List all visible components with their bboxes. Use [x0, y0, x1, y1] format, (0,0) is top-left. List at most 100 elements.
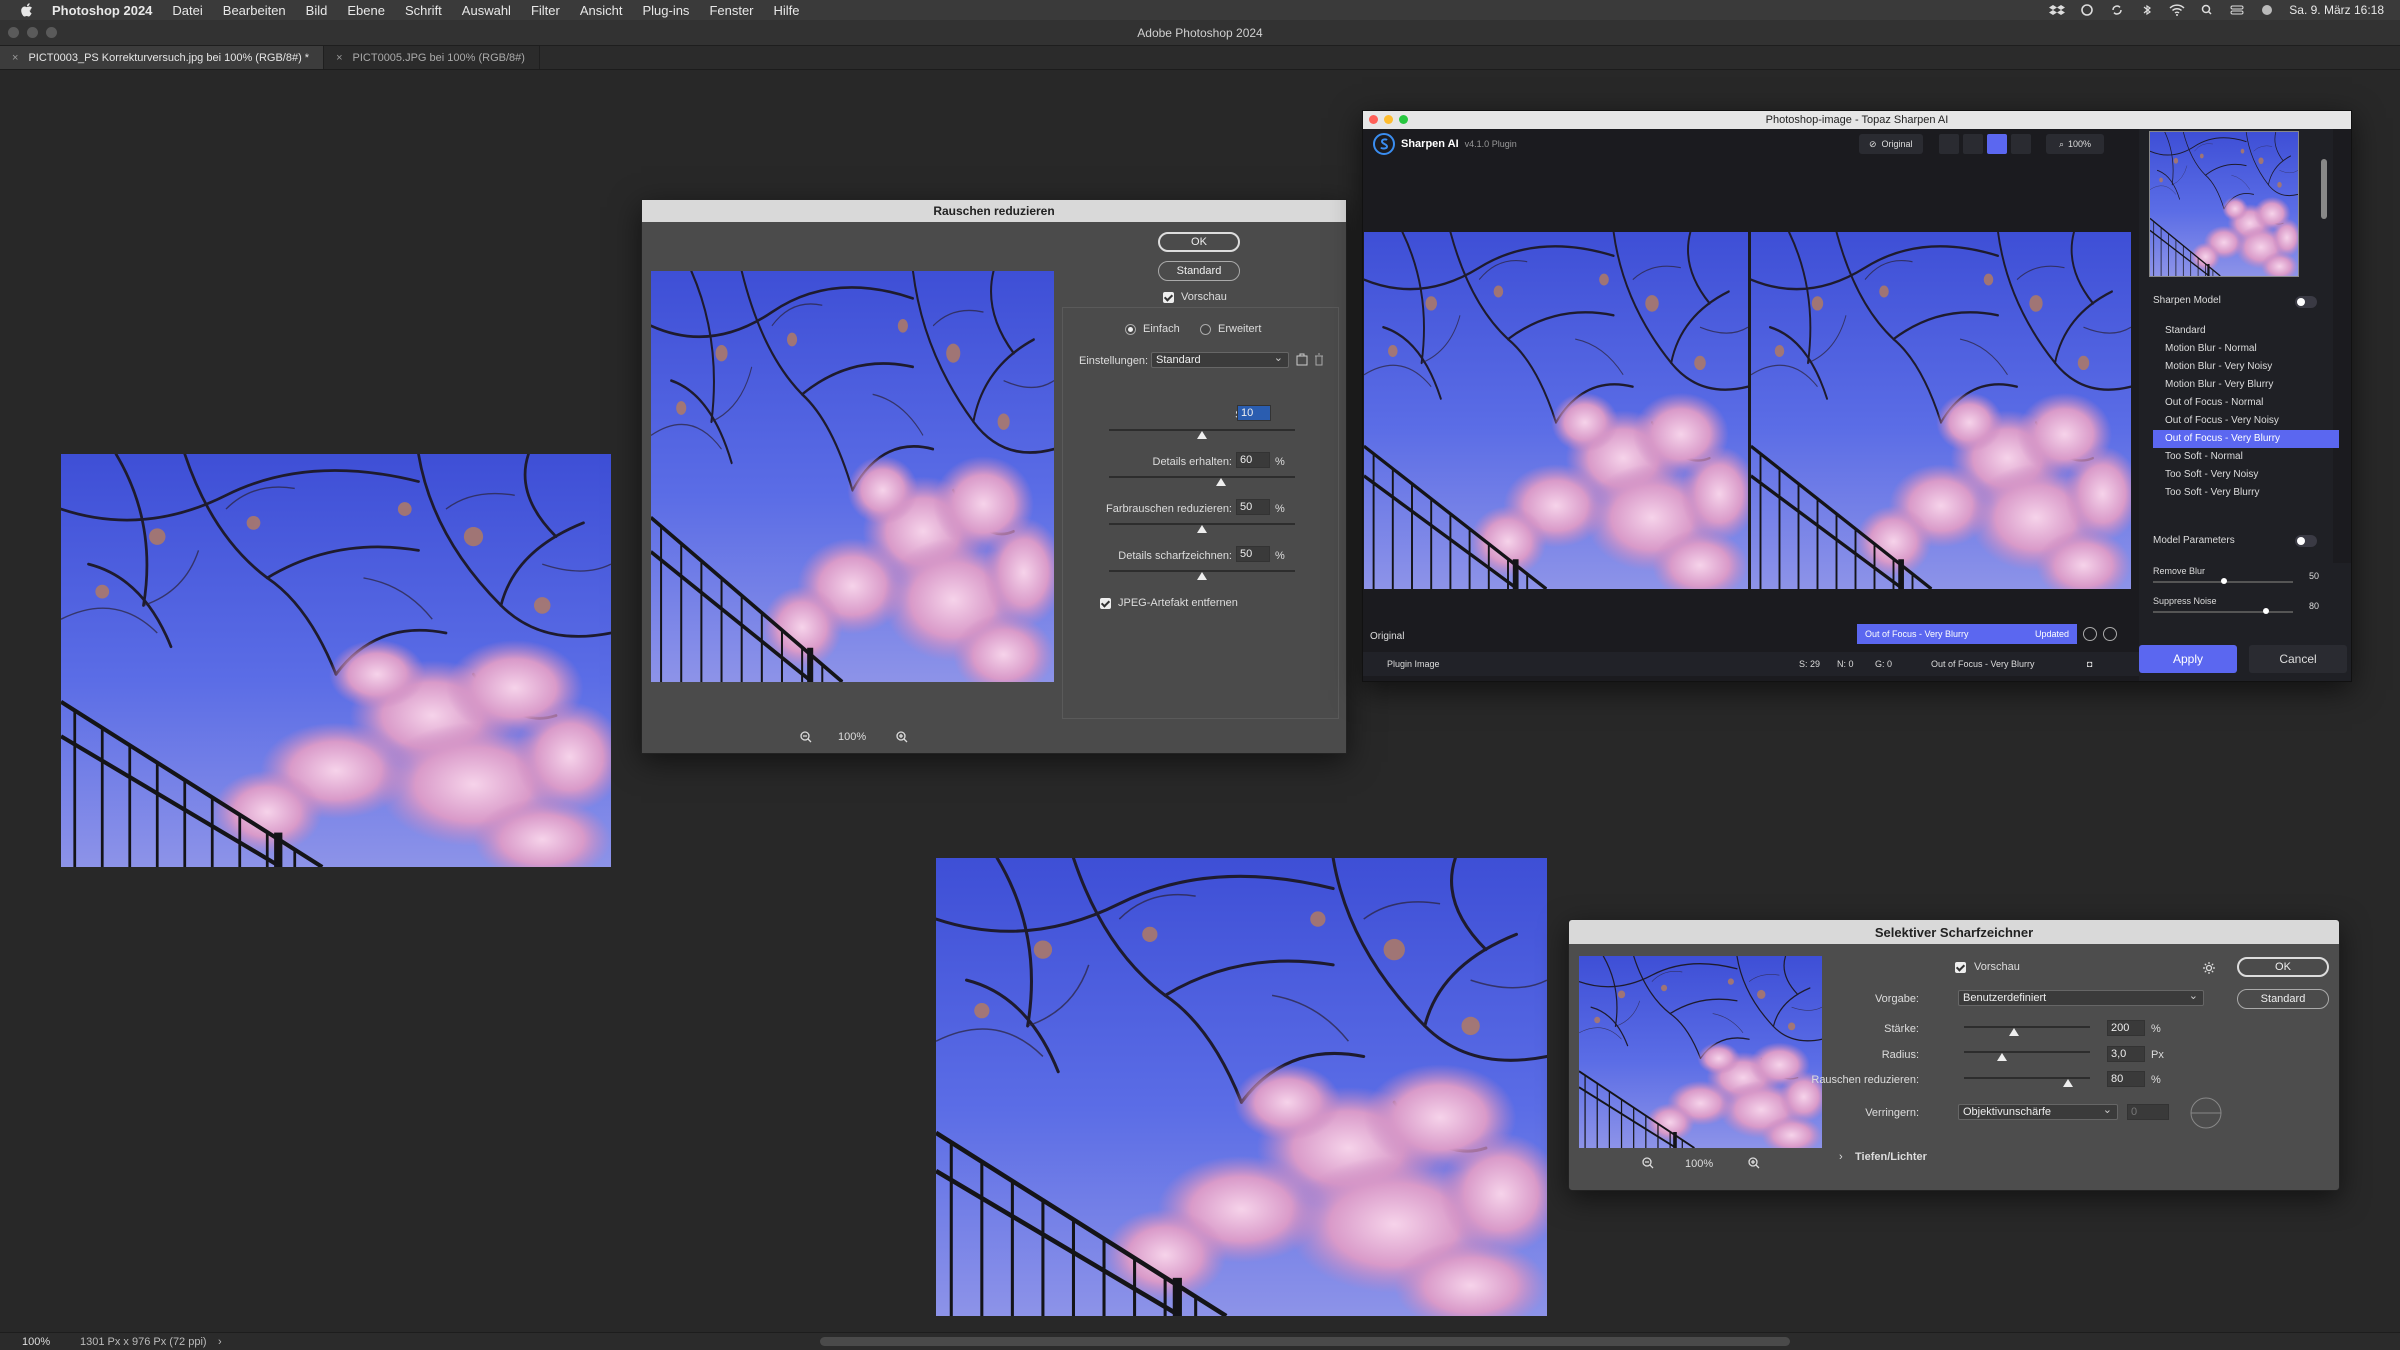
menu-fenster[interactable]: Fenster	[709, 3, 753, 18]
zoom-in-icon[interactable]	[895, 730, 909, 744]
remove-blur-value[interactable]: 50	[2309, 571, 2319, 581]
apple-icon[interactable]	[18, 3, 36, 17]
noise-slider-thumb[interactable]	[2063, 1079, 2073, 1087]
layer-photo-original[interactable]	[61, 454, 611, 867]
menu-plugins[interactable]: Plug-ins	[642, 3, 689, 18]
menu-datei[interactable]: Datei	[172, 3, 202, 18]
model-parameters-toggle[interactable]	[2295, 535, 2317, 547]
strength-input[interactable]: 10	[1237, 405, 1271, 421]
document-tab-active[interactable]: × PICT0003_PS Korrekturversuch.jpg bei 1…	[0, 46, 325, 69]
model-standard[interactable]: Standard	[2153, 322, 2339, 340]
menubar-app-name[interactable]: Photoshop 2024	[52, 3, 152, 18]
menu-schrift[interactable]: Schrift	[405, 3, 442, 18]
ok-button[interactable]: OK	[2237, 957, 2329, 977]
sharpen-model-toggle[interactable]	[2295, 296, 2317, 308]
menu-ebene[interactable]: Ebene	[347, 3, 385, 18]
sync-icon[interactable]	[2109, 4, 2125, 16]
standard-button[interactable]: Standard	[2237, 989, 2329, 1009]
quad-view-icon[interactable]	[2011, 134, 2031, 154]
model-too-soft-very-blurry[interactable]: Too Soft - Very Blurry	[2153, 484, 2339, 502]
more-options-icon[interactable]	[2103, 627, 2117, 641]
model-out-of-focus-very-blurry[interactable]: Out of Focus - Very Blurry	[2153, 430, 2339, 448]
dialog-title[interactable]: Selektiver Scharfzeichner	[1569, 920, 2339, 944]
model-motion-blur-very-noisy[interactable]: Motion Blur - Very Noisy	[2153, 358, 2339, 376]
remove-blur-slider-thumb[interactable]	[2221, 578, 2227, 584]
strength-slider-thumb[interactable]	[1197, 431, 1207, 439]
strength-input[interactable]: 200	[2107, 1020, 2145, 1036]
zoom-window-button[interactable]	[46, 27, 57, 38]
radius-slider-thumb[interactable]	[1997, 1053, 2007, 1061]
status-zoom[interactable]: 100%	[0, 1336, 60, 1348]
strength-slider-track[interactable]	[1964, 1026, 2090, 1028]
details-sharpen-input[interactable]: 50	[1236, 546, 1270, 562]
details-keep-slider-thumb[interactable]	[1215, 478, 1226, 486]
camera-icon[interactable]: ◘	[2087, 659, 2092, 669]
wifi-icon[interactable]	[2169, 4, 2185, 16]
navigator-thumbnail[interactable]	[2149, 131, 2299, 277]
original-toggle-button[interactable]: ⊘ Original	[1859, 134, 1923, 154]
preview-checkbox[interactable]	[1163, 292, 1174, 303]
zoom-dropdown[interactable]: ⌕ 100%	[2046, 134, 2104, 154]
mode-advanced-radio[interactable]	[1200, 324, 1211, 335]
side-by-side-view-icon[interactable]	[1987, 134, 2007, 154]
details-keep-slider-track[interactable]	[1109, 476, 1295, 478]
menu-bild[interactable]: Bild	[306, 3, 328, 18]
suppress-noise-slider-thumb[interactable]	[2263, 608, 2269, 614]
menu-bearbeiten[interactable]: Bearbeiten	[223, 3, 286, 18]
delete-settings-icon[interactable]	[1313, 353, 1325, 367]
menu-ansicht[interactable]: Ansicht	[580, 3, 623, 18]
zoom-out-icon[interactable]	[1641, 1156, 1655, 1170]
noise-input[interactable]: 80	[2107, 1071, 2145, 1087]
document-tab-inactive[interactable]: × PICT0005.JPG bei 100% (RGB/8#)	[324, 46, 540, 69]
spotlight-search-icon[interactable]	[2199, 4, 2215, 16]
menu-auswahl[interactable]: Auswahl	[462, 3, 511, 18]
siri-icon[interactable]	[2259, 4, 2275, 16]
model-too-soft-very-noisy[interactable]: Too Soft - Very Noisy	[2153, 466, 2339, 484]
color-noise-slider-thumb[interactable]	[1197, 525, 1207, 533]
horizontal-scrollbar[interactable]	[820, 1337, 1790, 1346]
shadows-highlights-section[interactable]: Tiefen/Lichter	[1855, 1151, 1927, 1163]
radius-slider-track[interactable]	[1964, 1051, 2090, 1053]
menu-filter[interactable]: Filter	[531, 3, 560, 18]
topaz-original-preview[interactable]	[1364, 232, 1748, 589]
suppress-noise-slider[interactable]	[2153, 611, 2293, 613]
compare-icon[interactable]	[2083, 627, 2097, 641]
control-center-icon[interactable]	[2229, 4, 2245, 16]
split-view-icon[interactable]	[1963, 134, 1983, 154]
gear-icon[interactable]	[2202, 961, 2216, 975]
menu-hilfe[interactable]: Hilfe	[774, 3, 800, 18]
dialog-title[interactable]: Rauschen reduzieren	[642, 200, 1346, 222]
strength-slider-thumb[interactable]	[2009, 1028, 2019, 1036]
zoom-out-icon[interactable]	[799, 730, 813, 744]
close-window-button[interactable]	[8, 27, 19, 38]
model-too-soft-normal[interactable]: Too Soft - Normal	[2153, 448, 2339, 466]
model-motion-blur-very-blurry[interactable]: Motion Blur - Very Blurry	[2153, 376, 2339, 394]
status-menu-arrow[interactable]: ›	[218, 1336, 222, 1348]
color-noise-input[interactable]: 50	[1236, 499, 1270, 515]
radius-input[interactable]: 3,0	[2107, 1046, 2145, 1062]
single-view-icon[interactable]	[1939, 134, 1959, 154]
model-motion-blur-normal[interactable]: Motion Blur - Normal	[2153, 340, 2339, 358]
minimize-window-button[interactable]	[1384, 115, 1393, 124]
save-settings-icon[interactable]	[1295, 353, 1309, 367]
preview-checkbox[interactable]	[1955, 962, 1966, 973]
ok-button[interactable]: OK	[1158, 232, 1240, 252]
menubar-datetime[interactable]: Sa. 9. März 16:18	[2289, 3, 2384, 17]
apply-button[interactable]: Apply	[2139, 645, 2237, 673]
layer-photo-result[interactable]	[936, 858, 1547, 1316]
details-keep-input[interactable]: 60	[1236, 452, 1270, 468]
details-sharpen-slider-thumb[interactable]	[1197, 572, 1207, 580]
dropbox-icon[interactable]	[2049, 4, 2066, 16]
creative-cloud-icon[interactable]	[2079, 4, 2095, 16]
sidebar-scrollbar[interactable]	[2321, 159, 2327, 219]
standard-button[interactable]: Standard	[1158, 261, 1240, 281]
model-out-of-focus-normal[interactable]: Out of Focus - Normal	[2153, 394, 2339, 412]
mode-simple-radio[interactable]	[1125, 324, 1136, 335]
settings-select[interactable]: Standard	[1151, 351, 1289, 368]
noise-preview-image[interactable]	[651, 271, 1054, 682]
zoom-in-icon[interactable]	[1747, 1156, 1761, 1170]
suppress-noise-value[interactable]: 80	[2309, 601, 2319, 611]
zoom-window-button[interactable]	[1399, 115, 1408, 124]
jpeg-artifact-checkbox[interactable]	[1100, 598, 1111, 609]
close-tab-icon[interactable]: ×	[12, 52, 18, 64]
